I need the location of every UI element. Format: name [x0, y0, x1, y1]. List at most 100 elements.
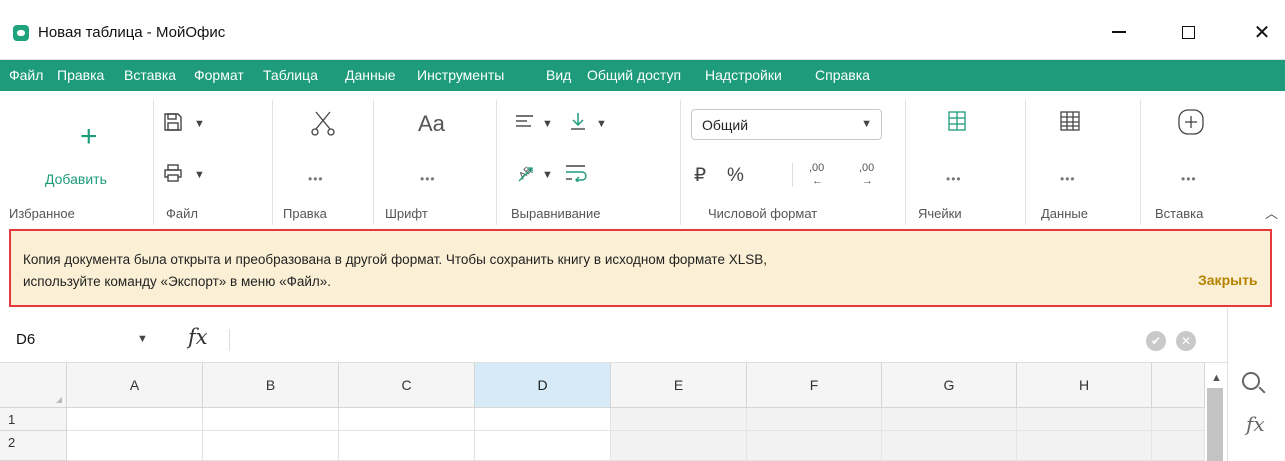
align-dropdown-icon[interactable]: ▼ — [542, 118, 553, 130]
column-header-e[interactable]: E — [611, 363, 747, 408]
fx-icon[interactable]: fx — [188, 325, 208, 349]
ribbon-separator — [373, 100, 374, 225]
insert-plus-icon[interactable] — [1177, 108, 1205, 136]
column-header-a[interactable]: A — [67, 363, 203, 408]
decrease-decimal-button[interactable]: ,00 ← — [809, 162, 824, 188]
number-format-value: Общий — [702, 117, 749, 133]
menu-addons[interactable]: Надстройки — [705, 67, 782, 83]
table-icon[interactable] — [1060, 111, 1080, 131]
percent-format-button[interactable]: % — [727, 166, 744, 186]
row-header-1[interactable]: 1 — [0, 408, 67, 431]
increase-decimal-label: ,00 — [859, 162, 875, 174]
menu-bar: Файл Правка Вставка Формат Таблица Данны… — [0, 60, 1285, 91]
font-icon[interactable]: Aa — [418, 113, 445, 135]
grid-cell[interactable] — [339, 431, 475, 461]
grid-cell[interactable] — [747, 408, 882, 431]
menu-insert[interactable]: Вставка — [124, 67, 176, 83]
column-header-f[interactable]: F — [747, 363, 882, 408]
text-rotate-icon[interactable]: AБ — [515, 162, 537, 184]
grid-cell[interactable] — [882, 431, 1017, 461]
grid-cell[interactable] — [747, 431, 882, 461]
menu-edit[interactable]: Правка — [57, 67, 104, 83]
menu-sharing[interactable]: Общий доступ — [587, 67, 681, 83]
add-favorite-button[interactable]: Добавить — [45, 171, 107, 187]
column-header-d[interactable]: D — [475, 363, 611, 408]
data-more-button[interactable]: ••• — [1060, 172, 1076, 186]
search-icon[interactable] — [1242, 372, 1260, 390]
collapse-ribbon-icon[interactable]: ︿ — [1265, 203, 1278, 222]
close-window-button[interactable]: ✕ — [1239, 12, 1285, 52]
formula-separator — [229, 329, 230, 351]
grid-cell[interactable] — [611, 431, 747, 461]
row-header-2[interactable]: 2 — [0, 431, 67, 461]
minimize-button[interactable] — [1096, 12, 1142, 52]
cell-reference-field[interactable]: D6 — [16, 331, 35, 348]
menu-format[interactable]: Формат — [194, 67, 244, 83]
group-label-edit: Правка — [283, 206, 327, 221]
scrollbar-thumb[interactable] — [1207, 388, 1223, 461]
menu-file[interactable]: Файл — [9, 67, 43, 83]
menu-table[interactable]: Таблица — [263, 67, 318, 83]
chevron-down-icon[interactable]: ▼ — [137, 333, 148, 345]
ribbon-separator — [905, 100, 906, 225]
notice-message: Копия документа была открыта и преобразо… — [23, 249, 1103, 293]
group-label-insert: Вставка — [1155, 206, 1204, 221]
save-icon[interactable] — [163, 112, 183, 132]
column-header-b[interactable]: B — [203, 363, 339, 408]
grid-cell[interactable] — [611, 408, 747, 431]
cancel-formula-icon[interactable]: ✕ — [1176, 331, 1196, 351]
group-label-align: Выравнивание — [511, 206, 601, 221]
currency-format-button[interactable]: ₽ — [694, 166, 706, 186]
wrap-text-icon[interactable] — [565, 164, 589, 182]
align-left-icon[interactable] — [515, 114, 535, 130]
menu-view[interactable]: Вид — [546, 67, 571, 83]
grid-cell[interactable] — [203, 431, 339, 461]
insert-more-button[interactable]: ••• — [1181, 172, 1197, 186]
increase-decimal-button[interactable]: ,00 → — [859, 162, 874, 188]
grid-cell[interactable] — [882, 408, 1017, 431]
grid-cell[interactable] — [1152, 408, 1205, 431]
cut-icon[interactable] — [310, 110, 336, 136]
menu-help[interactable]: Справка — [815, 67, 870, 83]
maximize-icon — [1181, 25, 1195, 39]
print-dropdown-icon[interactable]: ▼ — [194, 169, 205, 181]
rotate-dropdown-icon[interactable]: ▼ — [542, 169, 553, 181]
scroll-up-icon[interactable]: ▲ — [1211, 372, 1222, 384]
grid-cell[interactable] — [1017, 408, 1152, 431]
select-all-corner[interactable] — [0, 363, 67, 408]
grid-cell[interactable] — [1152, 431, 1205, 461]
save-dropdown-icon[interactable]: ▼ — [194, 118, 205, 130]
grid-cell[interactable] — [475, 431, 611, 461]
valign-dropdown-icon[interactable]: ▼ — [596, 118, 607, 130]
cells-more-button[interactable]: ••• — [946, 172, 962, 186]
vertical-scrollbar[interactable]: ▲ — [1205, 363, 1227, 461]
title-bar: Новая таблица - МойОфис ✕ — [0, 0, 1285, 60]
grid-cell[interactable] — [203, 408, 339, 431]
maximize-button[interactable] — [1165, 12, 1211, 52]
font-more-button[interactable]: ••• — [420, 172, 436, 186]
column-header-next[interactable] — [1152, 363, 1205, 408]
grid-cell[interactable] — [67, 431, 203, 461]
grid-cell[interactable] — [67, 408, 203, 431]
cells-icon[interactable] — [948, 111, 966, 131]
confirm-formula-icon[interactable]: ✔ — [1146, 331, 1166, 351]
grid-cell[interactable] — [475, 408, 611, 431]
edit-more-button[interactable]: ••• — [308, 172, 324, 186]
grid-cell[interactable] — [339, 408, 475, 431]
app-logo-icon — [13, 25, 29, 41]
menu-data[interactable]: Данные — [345, 67, 396, 83]
notice-close-button[interactable]: Закрыть — [1198, 272, 1258, 288]
menu-tools[interactable]: Инструменты — [417, 67, 504, 83]
print-icon[interactable] — [163, 163, 183, 183]
add-plus-icon[interactable]: + — [80, 122, 98, 152]
column-header-h[interactable]: H — [1017, 363, 1152, 408]
fx-icon[interactable]: fx — [1246, 412, 1265, 436]
column-header-g[interactable]: G — [882, 363, 1017, 408]
align-bottom-icon[interactable] — [568, 111, 588, 131]
grid-cell[interactable] — [1017, 431, 1152, 461]
notice-line-1: Копия документа была открыта и преобразо… — [23, 252, 767, 267]
number-format-select[interactable]: Общий ▼ — [691, 109, 882, 140]
conversion-notice: Копия документа была открыта и преобразо… — [9, 229, 1272, 307]
column-header-c[interactable]: C — [339, 363, 475, 408]
group-label-file: Файл — [166, 206, 198, 221]
